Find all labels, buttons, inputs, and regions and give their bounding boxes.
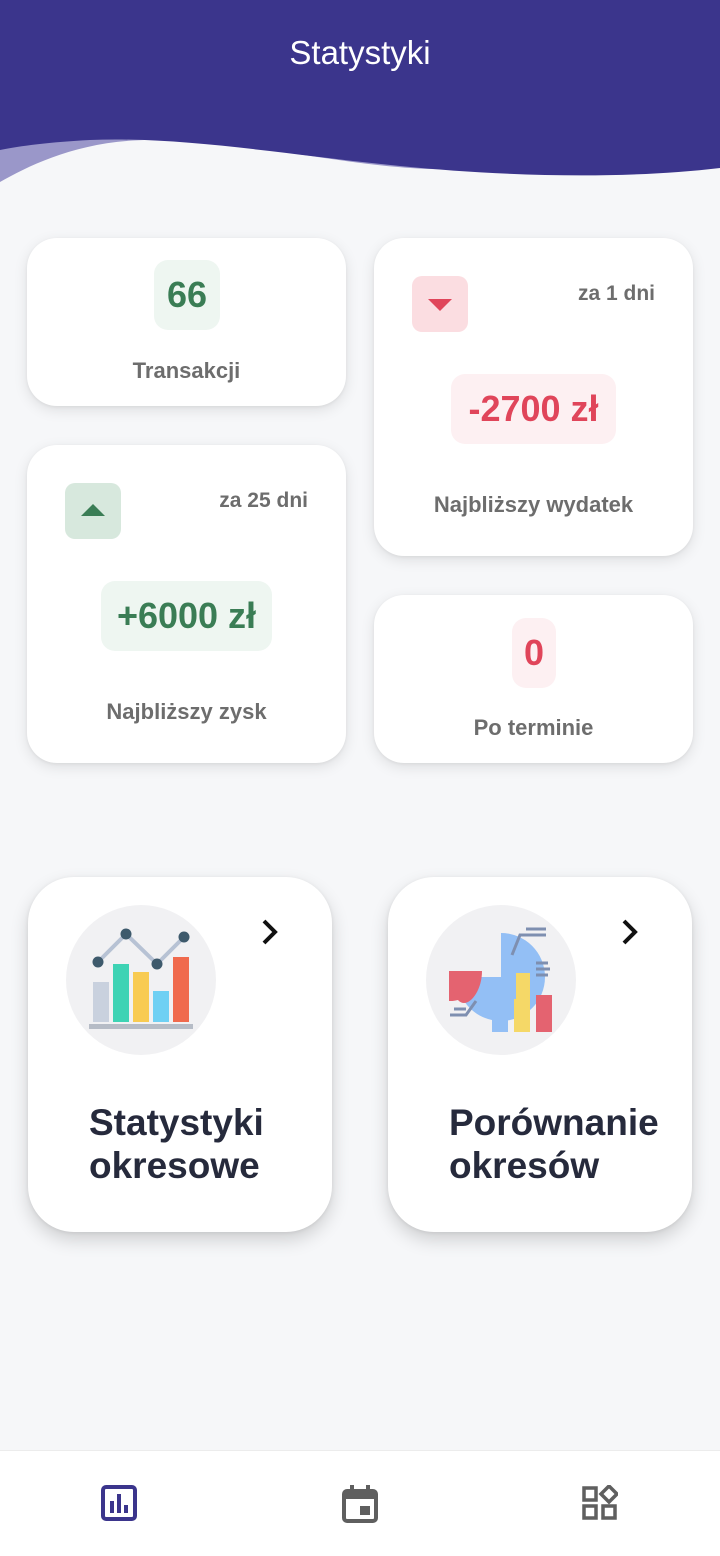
calendar-icon xyxy=(342,1485,378,1523)
bar-line-chart-icon xyxy=(66,905,216,1055)
transactions-label: Transakcji xyxy=(132,358,241,383)
next-income-days: za 25 dni xyxy=(219,489,308,512)
next-expense-amount: -2700 zł xyxy=(451,374,616,444)
arrow-up-icon xyxy=(65,483,121,539)
header-wave xyxy=(0,0,720,182)
next-income-amount: +6000 zł xyxy=(101,581,272,651)
next-expense-label: Najbliższy wydatek xyxy=(433,492,634,517)
nav-statistics[interactable] xyxy=(101,1485,137,1526)
pie-bar-chart-icon xyxy=(426,905,576,1055)
period-comparison-title: Porównanie okresów xyxy=(449,1102,659,1186)
transactions-card[interactable]: 66 Transakcji xyxy=(27,238,346,406)
arrow-down-icon xyxy=(412,276,468,332)
next-income-label: Najbliższy zysk xyxy=(106,699,267,724)
next-income-card[interactable]: za 25 dni +6000 zł Najbliższy zysk xyxy=(27,445,346,763)
nav-more[interactable] xyxy=(582,1483,620,1526)
apps-icon xyxy=(582,1483,620,1520)
bar-chart-icon xyxy=(101,1485,137,1521)
overdue-label: Po terminie xyxy=(473,715,594,740)
overdue-card[interactable]: 0 Po terminie xyxy=(374,595,693,763)
nav-calendar[interactable] xyxy=(342,1485,378,1528)
transactions-count: 66 xyxy=(154,260,220,330)
page-title: Statystyki xyxy=(289,34,431,71)
chevron-right-icon xyxy=(622,919,638,945)
bottom-navigation xyxy=(0,1450,720,1556)
periodic-statistics-card[interactable]: Statystyki okresowe xyxy=(28,877,332,1232)
next-expense-days: za 1 dni xyxy=(577,282,655,305)
next-expense-card[interactable]: za 1 dni -2700 zł Najbliższy wydatek xyxy=(374,238,693,556)
app-header: Statystyki xyxy=(0,0,720,190)
overdue-count: 0 xyxy=(512,618,556,688)
chevron-right-icon xyxy=(262,919,278,945)
periodic-statistics-title: Statystyki okresowe xyxy=(89,1102,264,1186)
period-comparison-card[interactable]: Porównanie okresów xyxy=(388,877,692,1232)
